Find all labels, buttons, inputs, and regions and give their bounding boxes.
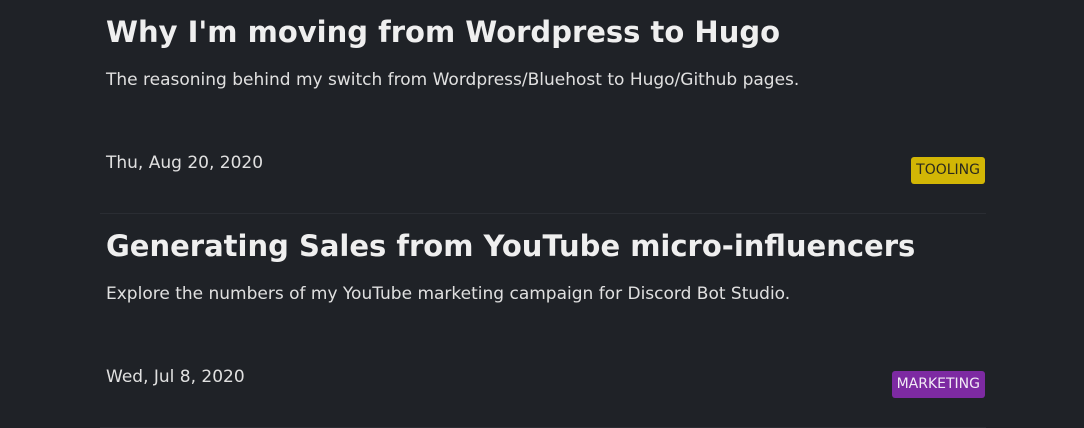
- tag-badge-tooling[interactable]: TOOLING: [911, 157, 985, 184]
- post-date: Wed, Jul 8, 2020: [106, 367, 245, 387]
- post-description: The reasoning behind my switch from Word…: [106, 70, 800, 90]
- tag-badge-marketing[interactable]: MARKETING: [891, 371, 985, 398]
- post-list: Why I'm moving from Wordpress to Hugo Th…: [100, 0, 986, 428]
- post-title-link[interactable]: Generating Sales from YouTube micro-infl…: [106, 224, 915, 268]
- post-description: Explore the numbers of my YouTube market…: [106, 284, 791, 304]
- post-date: Thu, Aug 20, 2020: [106, 153, 264, 173]
- post-item: Why I'm moving from Wordpress to Hugo Th…: [100, 0, 986, 214]
- post-title-link[interactable]: Why I'm moving from Wordpress to Hugo: [106, 10, 780, 54]
- post-item: Generating Sales from YouTube micro-infl…: [100, 214, 986, 428]
